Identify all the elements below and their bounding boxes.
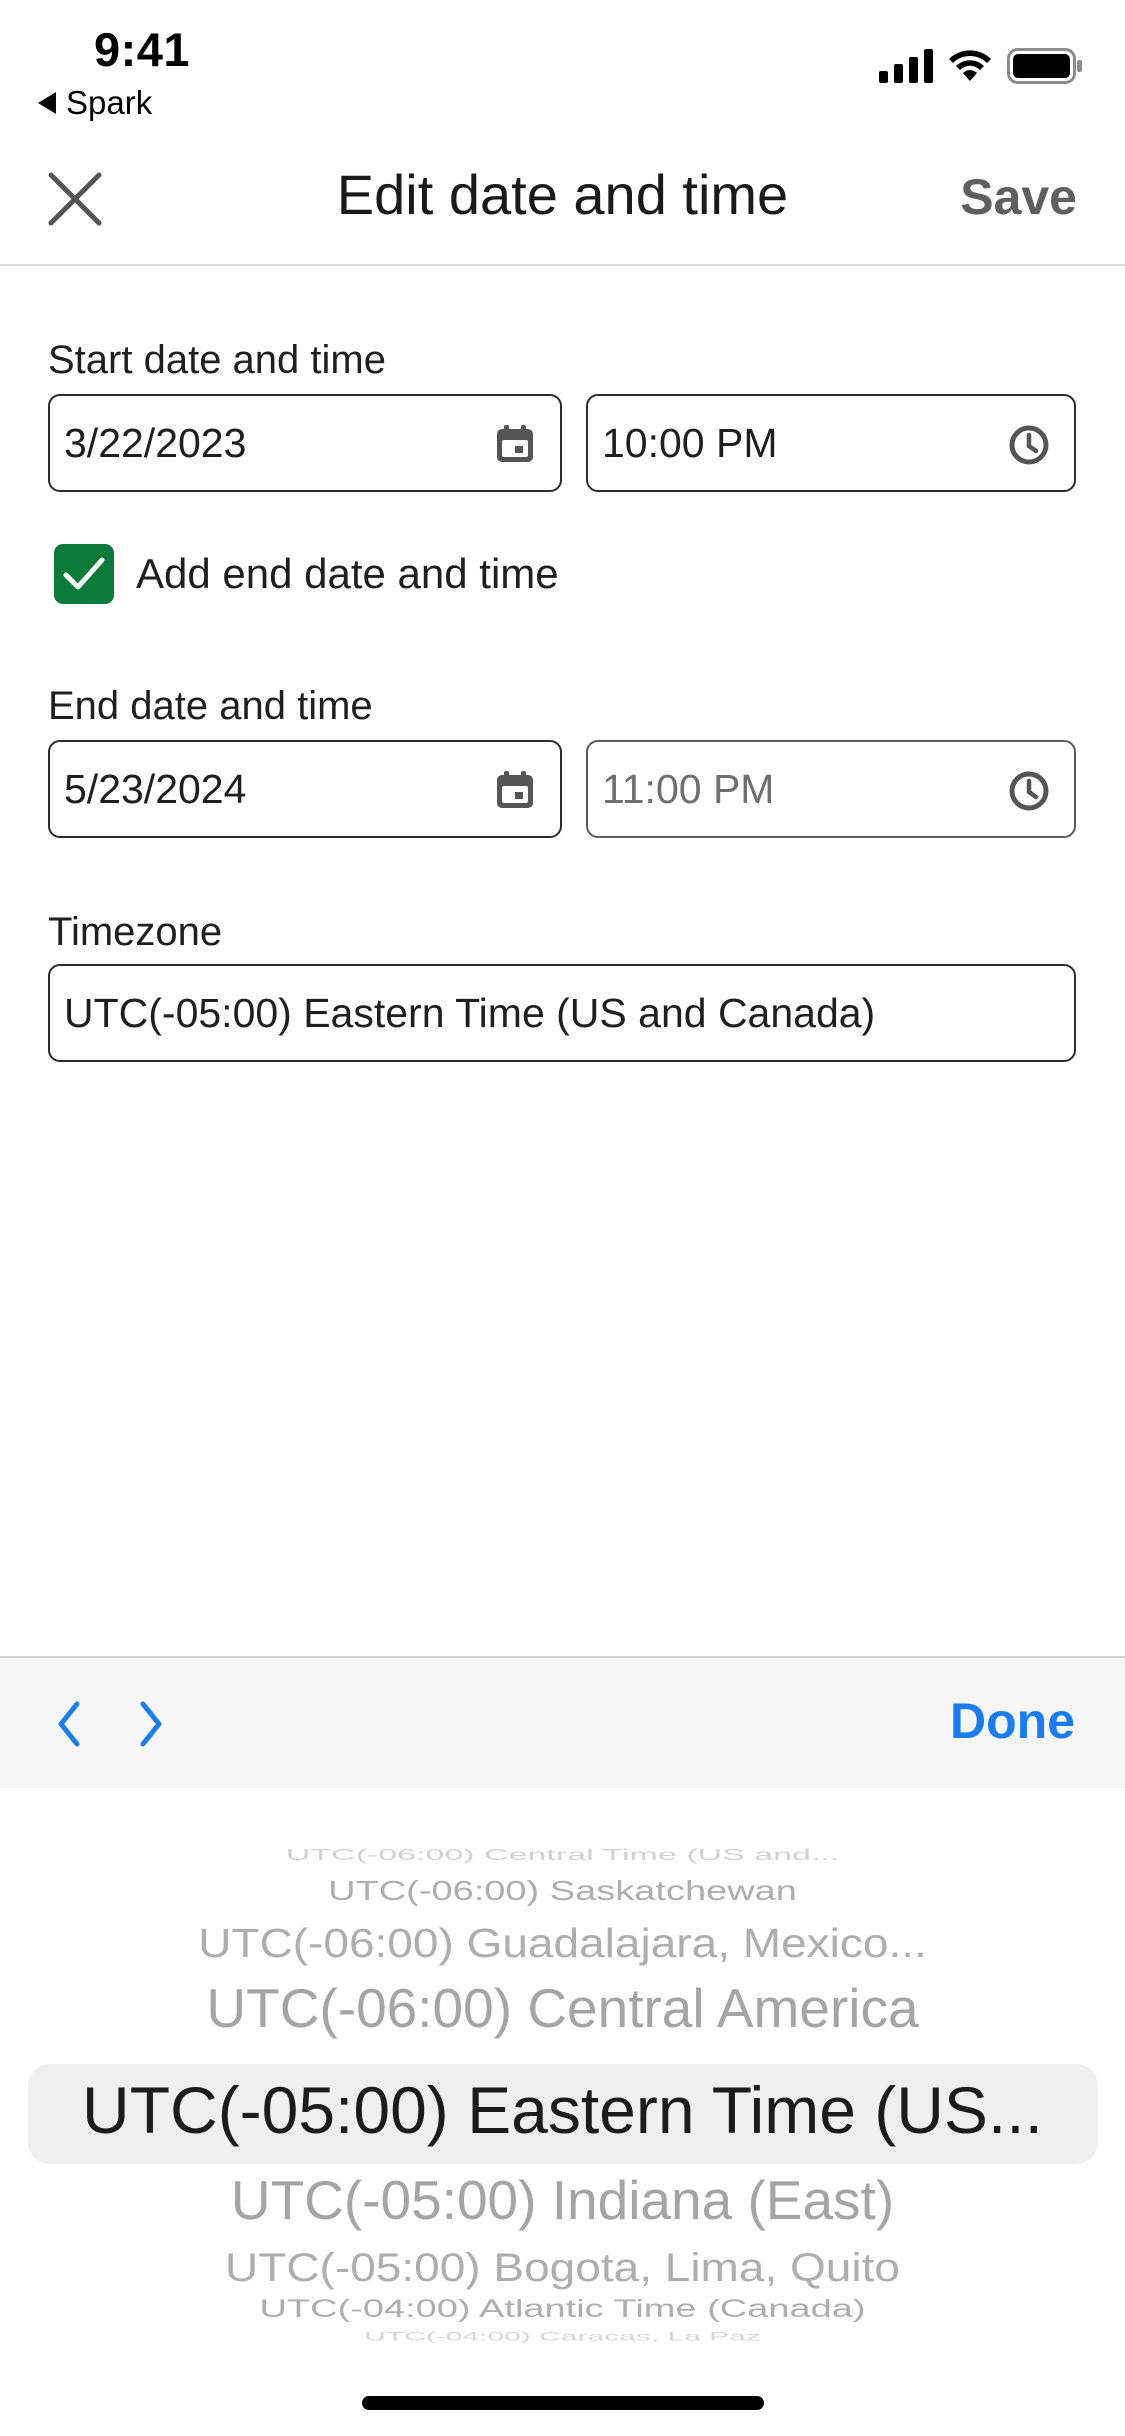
battery-icon (1007, 48, 1082, 84)
calendar-icon (497, 425, 533, 462)
timezone-value: UTC(-05:00) Eastern Time (US and Canada) (64, 989, 876, 1036)
end-time-field[interactable]: 11:00 PM (586, 740, 1076, 838)
back-triangle-icon (38, 92, 56, 114)
home-indicator (362, 2396, 764, 2410)
start-time-field[interactable]: 10:00 PM (586, 394, 1076, 492)
wifi-icon (949, 50, 991, 81)
status-icons (879, 48, 1083, 84)
picker-option[interactable]: UTC(-06:00) Central America (0, 1976, 1125, 2040)
status-time: 9:41 (94, 23, 191, 76)
chevron-right-icon (140, 1701, 162, 1747)
next-field-button[interactable] (126, 1694, 176, 1754)
picker-option[interactable]: UTC(-05:00) Bogota, Lima, Quito (0, 2244, 1125, 2290)
start-date-value: 3/22/2023 (64, 419, 247, 466)
end-date-checkbox-label: Add end date and time (136, 550, 559, 597)
end-date-label: End date and time (48, 684, 373, 728)
calendar-icon (497, 771, 533, 808)
end-time-value: 11:00 PM (602, 765, 775, 812)
back-app-label: Spark (66, 84, 153, 121)
back-to-app-link[interactable]: Spark (38, 84, 152, 122)
timezone-field[interactable]: UTC(-05:00) Eastern Time (US and Canada) (48, 964, 1076, 1062)
start-time-value: 10:00 PM (602, 419, 778, 466)
add-end-date-toggle[interactable]: Add end date and time (54, 544, 559, 604)
nav-bar: Edit date and time Save (0, 132, 1125, 266)
clock-icon (1009, 425, 1049, 465)
picker-option[interactable]: UTC(-06:00) Guadalajara, Mexico... (0, 1919, 1125, 1967)
picker-toolbar: Done (0, 1656, 1125, 1788)
cellular-signal-icon (879, 49, 933, 83)
start-date-label: Start date and time (48, 338, 386, 382)
page-title: Edit date and time (336, 163, 789, 226)
chevron-left-icon (58, 1701, 80, 1747)
save-button[interactable]: Save (960, 168, 1077, 226)
picker-option-selected[interactable]: UTC(-05:00) Eastern Time (US... (0, 2072, 1125, 2148)
end-date-field[interactable]: 5/23/2024 (48, 740, 562, 838)
checkmark-icon (63, 557, 105, 590)
done-button[interactable]: Done (950, 1692, 1075, 1750)
start-date-field[interactable]: 3/22/2023 (48, 394, 562, 492)
timezone-picker-wheel[interactable]: UTC(-06:00) Central Time (US and... UTC(… (0, 1788, 1125, 2388)
end-date-value: 5/23/2024 (64, 765, 247, 812)
previous-field-button[interactable] (44, 1694, 94, 1754)
picker-option[interactable]: UTC(-05:00) Indiana (East) (0, 2168, 1125, 2232)
clock-icon (1009, 771, 1049, 811)
timezone-label: Timezone (48, 910, 223, 954)
end-date-checkbox[interactable] (54, 544, 114, 604)
picker-option[interactable]: UTC(-04:00) Caracas, La Paz (0, 2330, 1125, 2344)
picker-option[interactable]: UTC(-06:00) Saskatchewan (0, 1876, 1125, 1907)
status-bar: 9:41 Spark (0, 0, 1125, 132)
picker-option[interactable]: UTC(-04:00) Atlantic Time (Canada) (0, 2296, 1125, 2324)
picker-option[interactable]: UTC(-06:00) Central Time (US and... (0, 1847, 1125, 1865)
